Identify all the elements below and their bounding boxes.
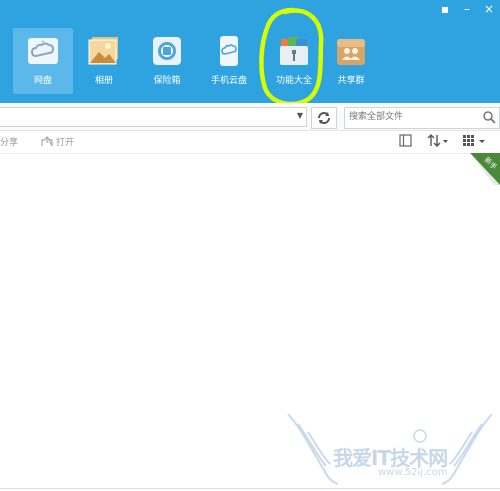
nav-label: 相册	[94, 76, 113, 86]
watermark-url: www.52ij.com	[378, 467, 448, 478]
annotation-highlight-circle	[259, 7, 324, 107]
newbie-guide-corner[interactable]: 新手	[470, 153, 500, 185]
path-field[interactable]: ▼	[0, 107, 307, 127]
nav-label: 保险箱	[153, 76, 181, 86]
open-button[interactable]: 打开	[41, 135, 74, 148]
photo-album-icon	[88, 37, 118, 65]
nav-item-safe-box[interactable]: 保险箱	[137, 28, 197, 94]
window-controls: ▪ – ×	[434, 0, 500, 22]
mobile-cloud-icon	[220, 36, 238, 66]
grid-view-icon[interactable]	[462, 134, 488, 147]
minimize-icon[interactable]: –	[456, 0, 478, 22]
open-label: 打开	[56, 138, 75, 148]
refresh-icon	[318, 112, 330, 124]
nav-item-photo-album[interactable]: 相册	[74, 28, 134, 94]
nav-label: 网盘	[33, 76, 52, 86]
share-group-icon	[337, 39, 365, 65]
top-navigation-bar: ▪ – × 网盘 相册 保险箱 手机云盘 功能大全 共享群	[0, 0, 500, 103]
open-icon	[41, 136, 53, 147]
nav-label: 共享群	[337, 76, 365, 86]
pin-icon[interactable]: ▪	[434, 0, 456, 22]
nav-item-cloud-disk[interactable]: 网盘	[13, 28, 73, 94]
bottom-divider	[0, 488, 500, 489]
address-bar-row: ▼	[0, 103, 500, 131]
share-button[interactable]: 分享	[0, 135, 18, 148]
preview-pane-icon[interactable]	[399, 134, 412, 147]
safe-box-icon	[153, 37, 181, 65]
sort-icon[interactable]	[427, 134, 449, 147]
share-label: 分享	[0, 138, 19, 148]
cloud-disk-icon	[28, 38, 58, 64]
nav-label: 手机云盘	[210, 76, 247, 86]
nav-item-share-group[interactable]: 共享群	[321, 28, 381, 94]
file-toolbar: 分享 打开	[0, 131, 500, 154]
refresh-button[interactable]	[311, 107, 337, 129]
search-icon[interactable]	[482, 110, 496, 124]
nav-item-mobile-cloud[interactable]: 手机云盘	[199, 28, 259, 94]
dropdown-arrow-icon[interactable]: ▼	[297, 111, 303, 120]
close-icon[interactable]: ×	[478, 0, 500, 22]
search-box	[344, 107, 500, 129]
search-input[interactable]	[349, 109, 475, 125]
